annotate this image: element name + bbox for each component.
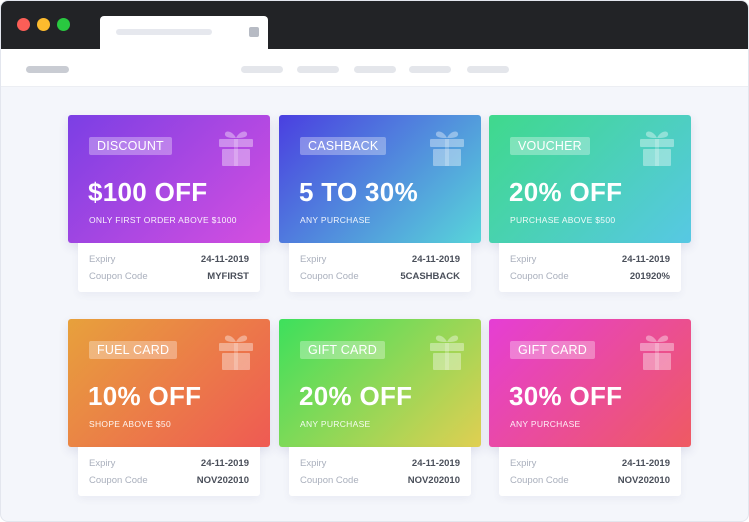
coupon-banner: GIFT CARD 20% OFF ANY PURCHASE (279, 319, 481, 447)
expiry-date: 24-11-2019 (621, 458, 670, 469)
coupon-type-badge: CASHBACK (300, 137, 387, 155)
expiry-label: Expiry (89, 458, 116, 469)
offer-amount: 20% OFF (299, 381, 413, 411)
coupon-type-badge: VOUCHER (510, 137, 590, 155)
nav-link-1[interactable] (241, 66, 283, 73)
gift-icon (640, 131, 674, 166)
coupon-type-badge: FUEL CARD (89, 341, 178, 359)
coupon-code[interactable]: NOV202010 (197, 475, 249, 486)
expiry-label: Expiry (300, 458, 327, 469)
offer-condition: PURCHASE ABOVE $500 (510, 215, 616, 225)
offer-condition: SHOPE ABOVE $50 (89, 419, 171, 429)
coupon-type-badge: DISCOUNT (89, 137, 172, 155)
nav-link-3[interactable] (354, 66, 396, 73)
coupon-code[interactable]: NOV202010 (618, 475, 670, 486)
coupon-code-label: Coupon Code (300, 271, 359, 282)
title-bar (1, 1, 748, 50)
nav-link-5[interactable] (467, 66, 509, 73)
coupon-code[interactable]: MYFIRST (207, 271, 249, 282)
nav-link-2[interactable] (297, 66, 339, 73)
coupon-card[interactable]: FUEL CARD 10% OFF SHOPE ABOVE $50 Expiry… (68, 319, 270, 496)
expiry-date: 24-11-2019 (621, 254, 670, 265)
gift-icon (219, 335, 253, 370)
expiry-date: 24-11-2019 (200, 254, 249, 265)
close-window-button[interactable] (17, 18, 30, 31)
coupon-code-label: Coupon Code (510, 271, 569, 282)
coupon-type-badge: GIFT CARD (300, 341, 385, 359)
coupon-card[interactable]: VOUCHER 20% OFF PURCHASE ABOVE $500 Expi… (489, 115, 691, 292)
expiry-label: Expiry (300, 254, 327, 265)
gift-icon (430, 335, 464, 370)
coupon-code-label: Coupon Code (89, 475, 148, 486)
coupon-banner: VOUCHER 20% OFF PURCHASE ABOVE $500 (489, 115, 691, 243)
expiry-label: Expiry (510, 458, 537, 469)
minimize-window-button[interactable] (37, 18, 50, 31)
coupon-details: Expiry 24-11-2019 Coupon Code MYFIRST (78, 243, 260, 292)
coupon-code-label: Coupon Code (300, 475, 359, 486)
expiry-date: 24-11-2019 (411, 254, 460, 265)
coupon-card[interactable]: GIFT CARD 30% OFF ANY PURCHASE Expiry 24-… (489, 319, 691, 496)
coupon-type-badge: GIFT CARD (510, 341, 595, 359)
coupon-code[interactable]: 5CASHBACK (400, 271, 460, 282)
site-navbar (1, 49, 748, 87)
tab-title-placeholder (116, 29, 212, 35)
browser-tab[interactable] (100, 16, 268, 50)
coupon-banner: GIFT CARD 30% OFF ANY PURCHASE (489, 319, 691, 447)
expiry-label: Expiry (89, 254, 116, 265)
expiry-date: 24-11-2019 (200, 458, 249, 469)
offer-condition: ONLY FIRST ORDER ABOVE $1000 (89, 215, 237, 225)
gift-icon (219, 131, 253, 166)
offer-amount: 10% OFF (88, 381, 202, 411)
coupon-banner: CASHBACK 5 TO 30% ANY PURCHASE (279, 115, 481, 243)
coupon-card[interactable]: DISCOUNT $100 OFF ONLY FIRST ORDER ABOVE… (68, 115, 270, 292)
coupon-details: Expiry 24-11-2019 Coupon Code NOV202010 (78, 447, 260, 496)
coupon-code[interactable]: NOV202010 (408, 475, 460, 486)
offer-amount: 30% OFF (509, 381, 623, 411)
browser-window: DISCOUNT $100 OFF ONLY FIRST ORDER ABOVE… (0, 0, 749, 522)
offer-amount: 20% OFF (509, 177, 623, 207)
maximize-window-button[interactable] (57, 18, 70, 31)
offer-condition: ANY PURCHASE (300, 419, 371, 429)
coupon-card[interactable]: GIFT CARD 20% OFF ANY PURCHASE Expiry 24-… (279, 319, 481, 496)
gift-icon (430, 131, 464, 166)
coupon-details: Expiry 24-11-2019 Coupon Code NOV202010 (499, 447, 681, 496)
nav-link-4[interactable] (409, 66, 451, 73)
coupon-code-label: Coupon Code (510, 475, 569, 486)
coupon-banner: FUEL CARD 10% OFF SHOPE ABOVE $50 (68, 319, 270, 447)
offer-condition: ANY PURCHASE (510, 419, 581, 429)
expiry-date: 24-11-2019 (411, 458, 460, 469)
offer-amount: 5 TO 30% (299, 177, 418, 207)
coupon-details: Expiry 24-11-2019 Coupon Code 201920% (499, 243, 681, 292)
coupon-details: Expiry 24-11-2019 Coupon Code NOV202010 (289, 447, 471, 496)
coupon-code[interactable]: 201920% (630, 271, 670, 282)
coupon-code-label: Coupon Code (89, 271, 148, 282)
tab-close-icon[interactable] (249, 27, 259, 37)
offer-amount: $100 OFF (88, 177, 208, 207)
expiry-label: Expiry (510, 254, 537, 265)
coupon-banner: DISCOUNT $100 OFF ONLY FIRST ORDER ABOVE… (68, 115, 270, 243)
site-logo-placeholder[interactable] (26, 66, 69, 73)
gift-icon (640, 335, 674, 370)
coupon-details: Expiry 24-11-2019 Coupon Code 5CASHBACK (289, 243, 471, 292)
offer-condition: ANY PURCHASE (300, 215, 371, 225)
coupon-card[interactable]: CASHBACK 5 TO 30% ANY PURCHASE Expiry 24-… (279, 115, 481, 292)
